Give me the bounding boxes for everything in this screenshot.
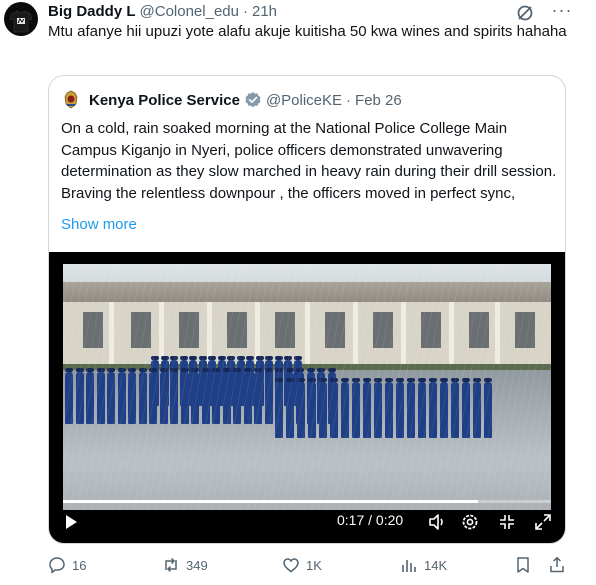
tshirt-logo-icon: [9, 10, 33, 33]
reply-icon: [49, 557, 65, 574]
video-progress-fill: [63, 500, 478, 503]
repost-icon: [165, 557, 177, 573]
fullscreen-exit-icon[interactable]: [497, 512, 517, 532]
police-badge-icon: [61, 90, 81, 110]
quote-author-name[interactable]: Kenya Police Service: [89, 92, 240, 109]
video-progress-bar[interactable]: [63, 500, 551, 503]
share-icon[interactable]: [548, 556, 566, 574]
like-count: 1K: [306, 557, 322, 573]
separator-dot: ·: [242, 2, 248, 20]
grok-icon[interactable]: [515, 3, 535, 23]
tweet[interactable]: Big Daddy L @Colonel_edu · 21h ··· Mtu a…: [0, 0, 596, 585]
views-count: 14K: [424, 557, 448, 573]
video-rain: [63, 264, 551, 510]
tweet-time[interactable]: 21h: [252, 3, 277, 20]
video-time: 0:17 / 0:20: [337, 512, 404, 528]
reply-button[interactable]: 16: [48, 555, 86, 575]
verified-badge-icon: [245, 92, 261, 108]
separator-dot: ·: [346, 91, 352, 109]
expand-icon[interactable]: [533, 512, 553, 532]
settings-icon[interactable]: [460, 512, 480, 532]
more-options-icon[interactable]: ···: [551, 1, 573, 22]
video-player[interactable]: 0:17 / 0:20: [49, 252, 565, 543]
avatar[interactable]: [4, 2, 38, 36]
tweet-text: Mtu afanye hii upuzi yote alafu akuje ku…: [48, 23, 567, 40]
quoted-tweet[interactable]: Kenya Police Service @PoliceKE · Feb 26 …: [48, 75, 566, 544]
views-button[interactable]: 14K: [400, 555, 447, 575]
quote-author-handle[interactable]: @PoliceKE: [266, 92, 342, 109]
tweet-header: Big Daddy L @Colonel_edu · 21h: [48, 2, 277, 20]
play-icon[interactable]: [63, 514, 79, 530]
volume-icon[interactable]: [427, 512, 447, 532]
author-handle[interactable]: @Colonel_edu: [140, 3, 239, 20]
quote-text: On a cold, rain soaked morning at the Na…: [61, 120, 557, 202]
heart-icon: [283, 558, 299, 573]
bookmark-icon[interactable]: [514, 556, 532, 574]
quote-date[interactable]: Feb 26: [355, 92, 402, 109]
quote-header: Kenya Police Service @PoliceKE · Feb 26: [61, 90, 402, 110]
like-button[interactable]: 1K: [282, 555, 322, 575]
video-frame[interactable]: [63, 264, 551, 510]
repost-button[interactable]: 349: [162, 555, 208, 575]
reply-count: 16: [72, 557, 87, 573]
show-more-link[interactable]: Show more: [61, 216, 137, 233]
tweet-actions: 16 349 1K 14K: [48, 555, 568, 575]
repost-count: 349: [186, 557, 208, 573]
views-bar-chart-icon: [402, 560, 416, 572]
author-name[interactable]: Big Daddy L: [48, 3, 136, 20]
